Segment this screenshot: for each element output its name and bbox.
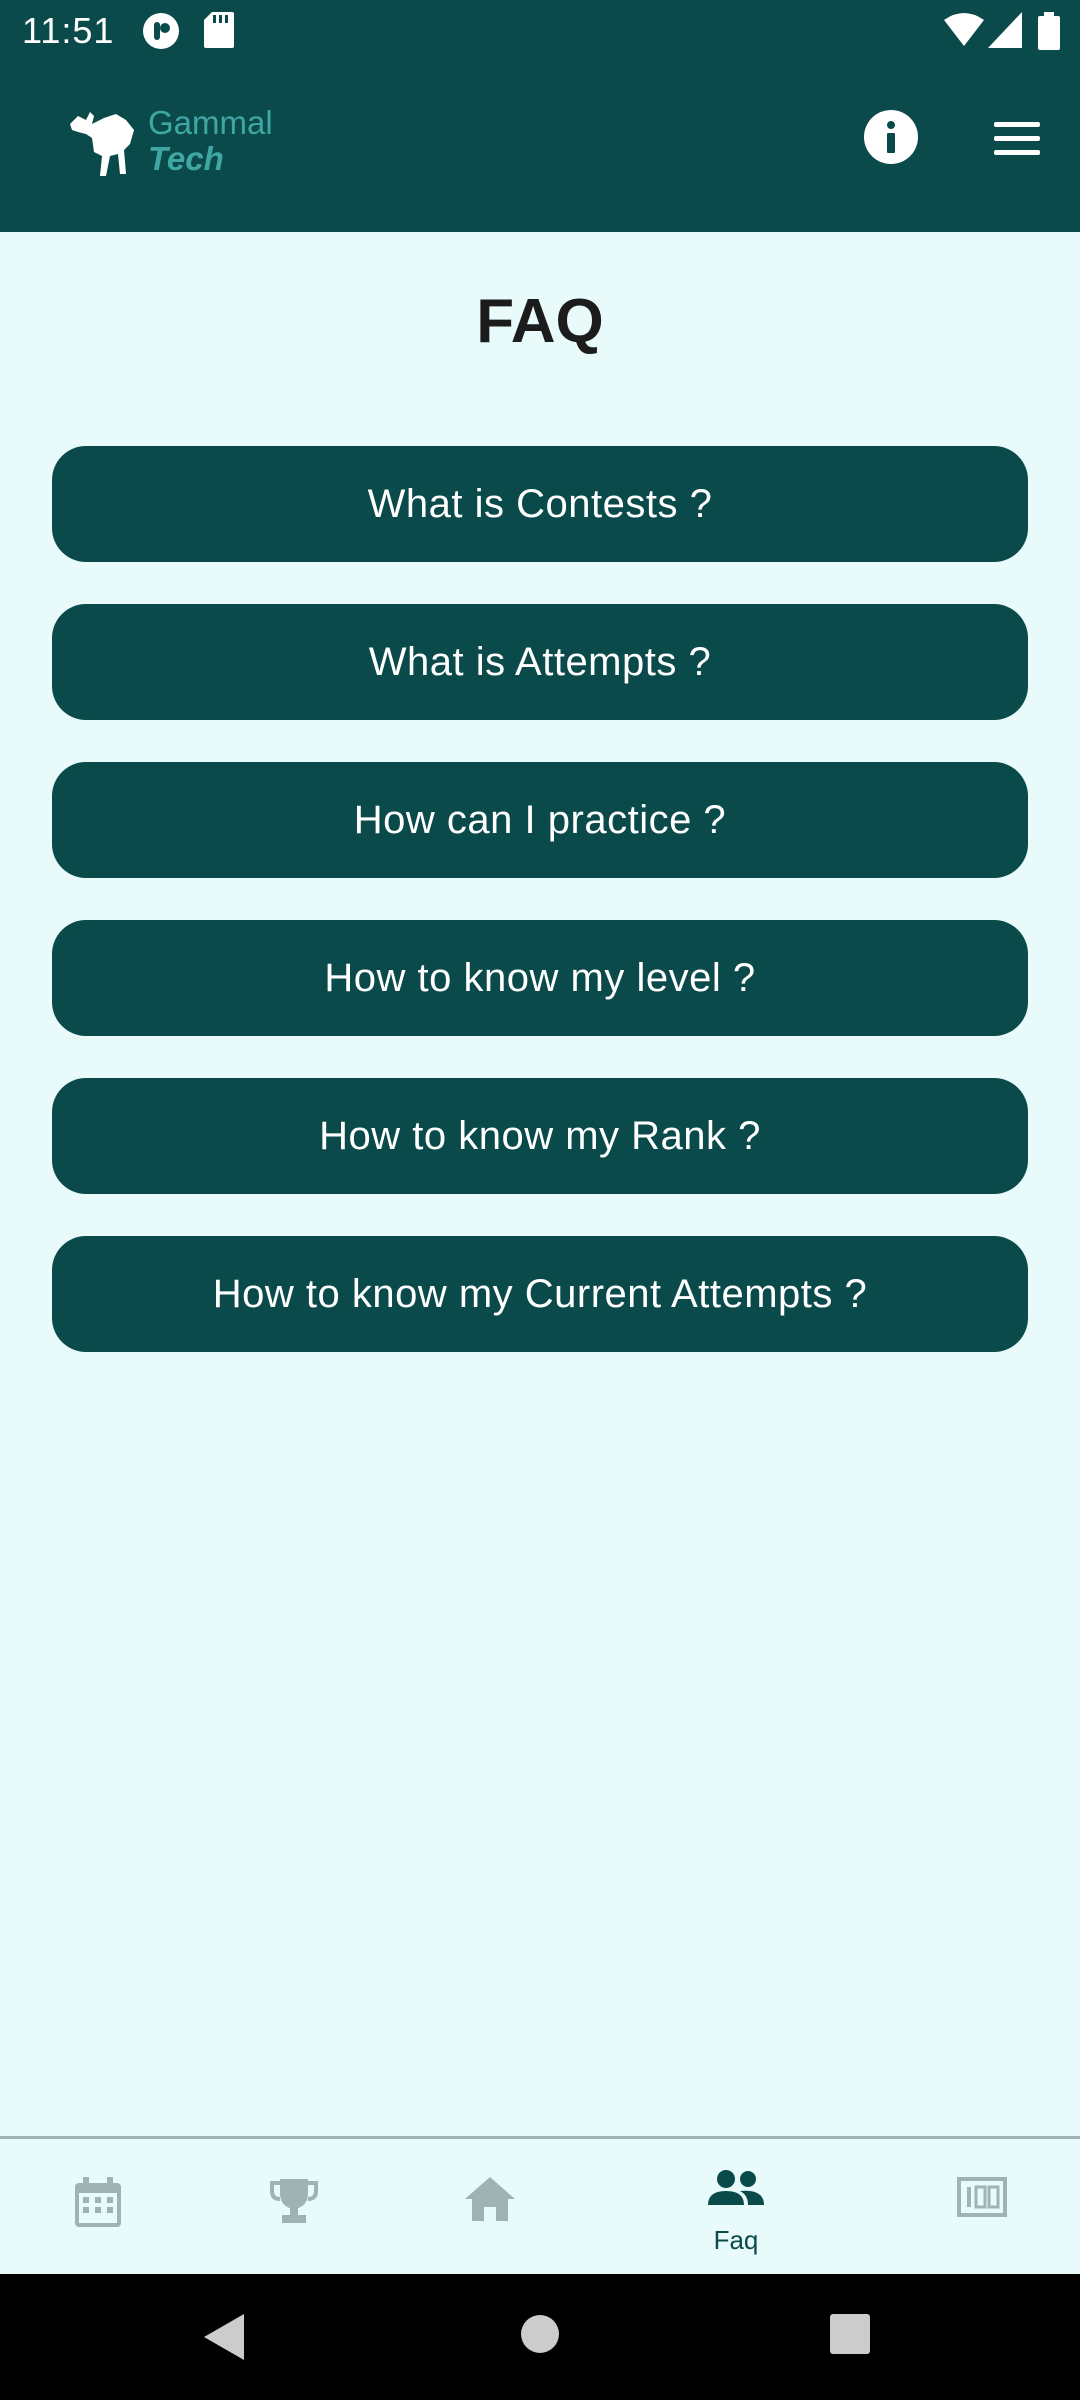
people-icon: [708, 2169, 764, 2212]
home-icon: [465, 2177, 515, 2226]
back-button[interactable]: [204, 2314, 244, 2365]
cell-signal-icon: [988, 12, 1022, 53]
logo-text-tech: Tech: [148, 140, 224, 177]
app-bar: Gammal Tech: [0, 62, 1080, 232]
home-circle-icon: [521, 2315, 559, 2353]
home-system-button[interactable]: [520, 2314, 560, 2359]
recents-square-icon: [830, 2314, 870, 2354]
hamburger-line: [994, 136, 1040, 141]
recents-button[interactable]: [830, 2314, 870, 2359]
nav-item-calendar[interactable]: [18, 2139, 178, 2274]
back-triangle-icon: [204, 2314, 244, 2360]
faq-button-current-attempts[interactable]: How to know my Current Attempts ?: [52, 1236, 1028, 1352]
wifi-icon: [944, 12, 984, 53]
faq-button-attempts[interactable]: What is Attempts ?: [52, 604, 1028, 720]
camel-icon: [70, 112, 134, 176]
pocket-casts-icon: [142, 12, 180, 55]
hamburger-menu-button[interactable]: [990, 116, 1044, 162]
nav-item-contests[interactable]: [214, 2139, 374, 2274]
info-button[interactable]: [864, 110, 918, 164]
system-navigation-bar: [0, 2274, 1080, 2400]
sd-card-icon: [204, 12, 234, 53]
bottom-navigation: Faq: [0, 2136, 1080, 2274]
nav-item-faq[interactable]: Faq: [656, 2139, 816, 2274]
nav-label-faq: Faq: [713, 2225, 759, 2255]
nav-item-home[interactable]: [410, 2139, 570, 2274]
page-title: FAQ: [476, 287, 604, 356]
status-time: 11:51: [22, 10, 115, 51]
nav-item-scoreboard[interactable]: [902, 2139, 1062, 2274]
info-icon: [887, 121, 895, 153]
logo-text-gammal: Gammal: [148, 104, 273, 141]
battery-icon: [1038, 12, 1060, 55]
calendar-icon: [75, 2177, 121, 2232]
gammal-tech-logo[interactable]: Gammal Tech: [64, 94, 304, 184]
faq-list: What is Contests ? What is Attempts ? Ho…: [52, 446, 1028, 1394]
trophy-icon: [270, 2177, 318, 2230]
faq-button-contests[interactable]: What is Contests ?: [52, 446, 1028, 562]
hamburger-line: [994, 150, 1040, 155]
hamburger-menu-icon: [994, 122, 1040, 127]
faq-button-practice[interactable]: How can I practice ?: [52, 762, 1028, 878]
scoreboard-icon: [957, 2177, 1007, 2222]
status-bar: 11:51: [0, 0, 1080, 62]
faq-button-level[interactable]: How to know my level ?: [52, 920, 1028, 1036]
faq-button-rank[interactable]: How to know my Rank ?: [52, 1078, 1028, 1194]
